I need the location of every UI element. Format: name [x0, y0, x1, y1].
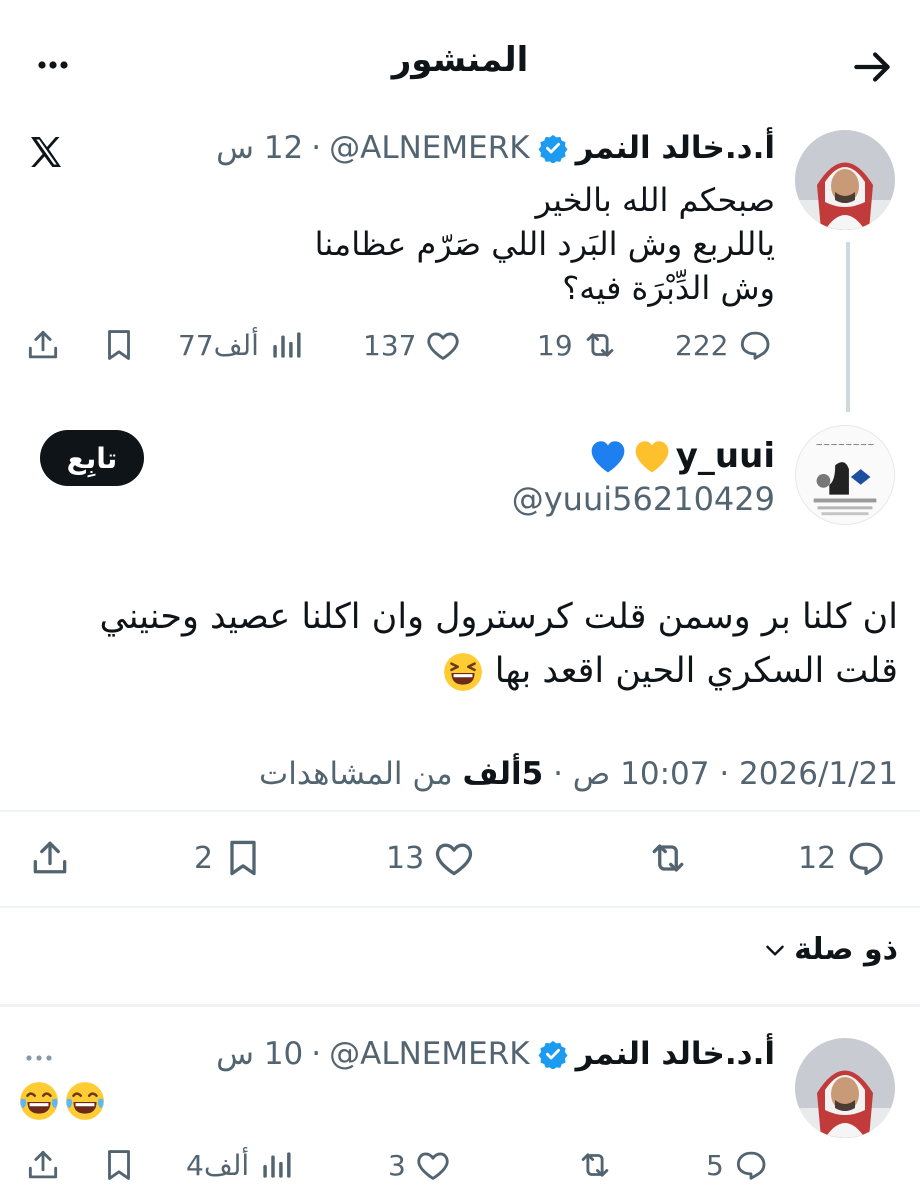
- author-name[interactable]: أ.د.خالد النمر: [576, 130, 775, 166]
- views-icon: [257, 1146, 295, 1184]
- author-handle[interactable]: @ALNEMERK: [329, 130, 529, 166]
- tweet-clock-time: 10:07 ص: [572, 756, 710, 792]
- like-icon: [414, 1146, 452, 1184]
- yellow-heart-icon: [635, 441, 669, 473]
- more-options-icon[interactable]: [26, 1046, 52, 1061]
- like-count: 137: [363, 328, 417, 362]
- divider: [0, 810, 920, 812]
- thread-connector-line: [846, 242, 850, 412]
- share-icon: [24, 1146, 62, 1184]
- tweet-body: ان كلنا بر وسمن قلت كرسترول وان اكلنا عص…: [99, 597, 898, 691]
- avatar[interactable]: [795, 1038, 895, 1138]
- related-label: ذو صلة: [794, 932, 898, 967]
- views-count: 5ألف: [462, 756, 544, 792]
- related-toggle[interactable]: ذو صلة: [762, 932, 898, 967]
- divider: [0, 906, 920, 908]
- bookmark-icon: [100, 1146, 138, 1184]
- views-button[interactable]: 4ألف: [186, 1146, 295, 1184]
- repost-icon: [576, 1146, 614, 1184]
- tweet-timestamp: 2026/1/21 · 10:07 ص · 5ألف من المشاهدات: [259, 756, 898, 792]
- author-handle[interactable]: @ALNEMERK: [329, 1036, 529, 1072]
- verified-badge-icon: [538, 133, 568, 163]
- reply-icon: [736, 326, 774, 364]
- page-title: المنشور: [391, 40, 529, 80]
- repost-icon: [581, 326, 619, 364]
- repost-count: 19: [537, 328, 573, 362]
- repost-button[interactable]: [646, 836, 690, 880]
- repost-button[interactable]: 19: [537, 326, 619, 364]
- share-button[interactable]: [28, 836, 72, 880]
- bookmark-button[interactable]: [100, 326, 138, 364]
- views-button[interactable]: 77ألف: [178, 326, 305, 364]
- reply-count: 12: [798, 840, 837, 876]
- like-button[interactable]: 3: [388, 1146, 452, 1184]
- tweet-time: 10 س: [216, 1036, 304, 1072]
- tweet-author-line: أ.د.خالد النمر @ALNEMERK · 10 س: [216, 1036, 775, 1072]
- avatar[interactable]: [795, 130, 895, 230]
- bookmark-count: 2: [194, 840, 214, 876]
- like-icon: [424, 326, 462, 364]
- reply-icon: [844, 836, 888, 880]
- x-logo-icon: [26, 132, 66, 172]
- like-count: 3: [388, 1148, 406, 1182]
- like-button[interactable]: 137: [363, 326, 462, 364]
- section-divider: [0, 1004, 920, 1007]
- reply-button[interactable]: 12: [798, 836, 888, 880]
- bookmark-icon: [221, 836, 265, 880]
- tweet-author-line: أ.د.خالد النمر @ALNEMERK · 12 س: [216, 130, 775, 166]
- share-icon: [24, 326, 62, 364]
- author-name[interactable]: أ.د.خالد النمر: [576, 1036, 775, 1072]
- views-label: من المشاهدات: [259, 756, 453, 792]
- views-icon: [267, 326, 305, 364]
- blue-heart-icon: [591, 441, 625, 473]
- like-button[interactable]: 13: [386, 836, 476, 880]
- reply-button[interactable]: 222: [675, 326, 774, 364]
- reply-count: 5: [706, 1148, 724, 1182]
- reply-count: 222: [675, 328, 729, 362]
- repost-icon: [646, 836, 690, 880]
- separator: ·: [311, 1036, 322, 1072]
- bookmark-button[interactable]: 2: [194, 836, 265, 880]
- tweet-text: ان كلنا بر وسمن قلت كرسترول وان اكلنا عص…: [18, 590, 898, 698]
- bookmark-icon: [100, 326, 138, 364]
- share-button[interactable]: [24, 1146, 62, 1184]
- arrow-right-icon[interactable]: [848, 42, 898, 92]
- chevron-down-icon: [766, 945, 784, 956]
- verified-badge-icon: [538, 1039, 568, 1069]
- views-count: 77ألف: [178, 328, 259, 362]
- avatar[interactable]: ~~~~~~~~: [795, 425, 895, 525]
- reply-icon: [732, 1146, 770, 1184]
- laughing-tears-icon: [64, 1080, 106, 1122]
- tweet-time: 12 س: [216, 130, 304, 166]
- author-name-line: y_uui: [588, 436, 775, 476]
- share-icon: [28, 836, 72, 880]
- share-button[interactable]: [24, 326, 62, 364]
- tweet-text: [18, 1080, 106, 1122]
- views-count: 4ألف: [186, 1148, 250, 1182]
- reply-button[interactable]: 5: [706, 1146, 770, 1184]
- like-icon: [432, 836, 476, 880]
- tweet-text: صبحكم الله بالخير ياللربع وش البَرد اللي…: [314, 181, 775, 307]
- like-count: 13: [386, 840, 425, 876]
- grinning-squinting-face-icon: [442, 651, 484, 693]
- follow-button[interactable]: تابِع: [40, 430, 144, 486]
- author-handle[interactable]: @yuui56210429: [512, 480, 775, 518]
- bookmark-button[interactable]: [100, 1146, 138, 1184]
- repost-button[interactable]: [576, 1146, 614, 1184]
- separator: ·: [311, 130, 322, 166]
- svg-text:~~~~~~~~: ~~~~~~~~: [815, 441, 874, 451]
- author-name[interactable]: y_uui: [676, 436, 775, 476]
- tweet-date: 2026/1/21: [739, 756, 898, 792]
- laughing-tears-icon: [18, 1080, 60, 1122]
